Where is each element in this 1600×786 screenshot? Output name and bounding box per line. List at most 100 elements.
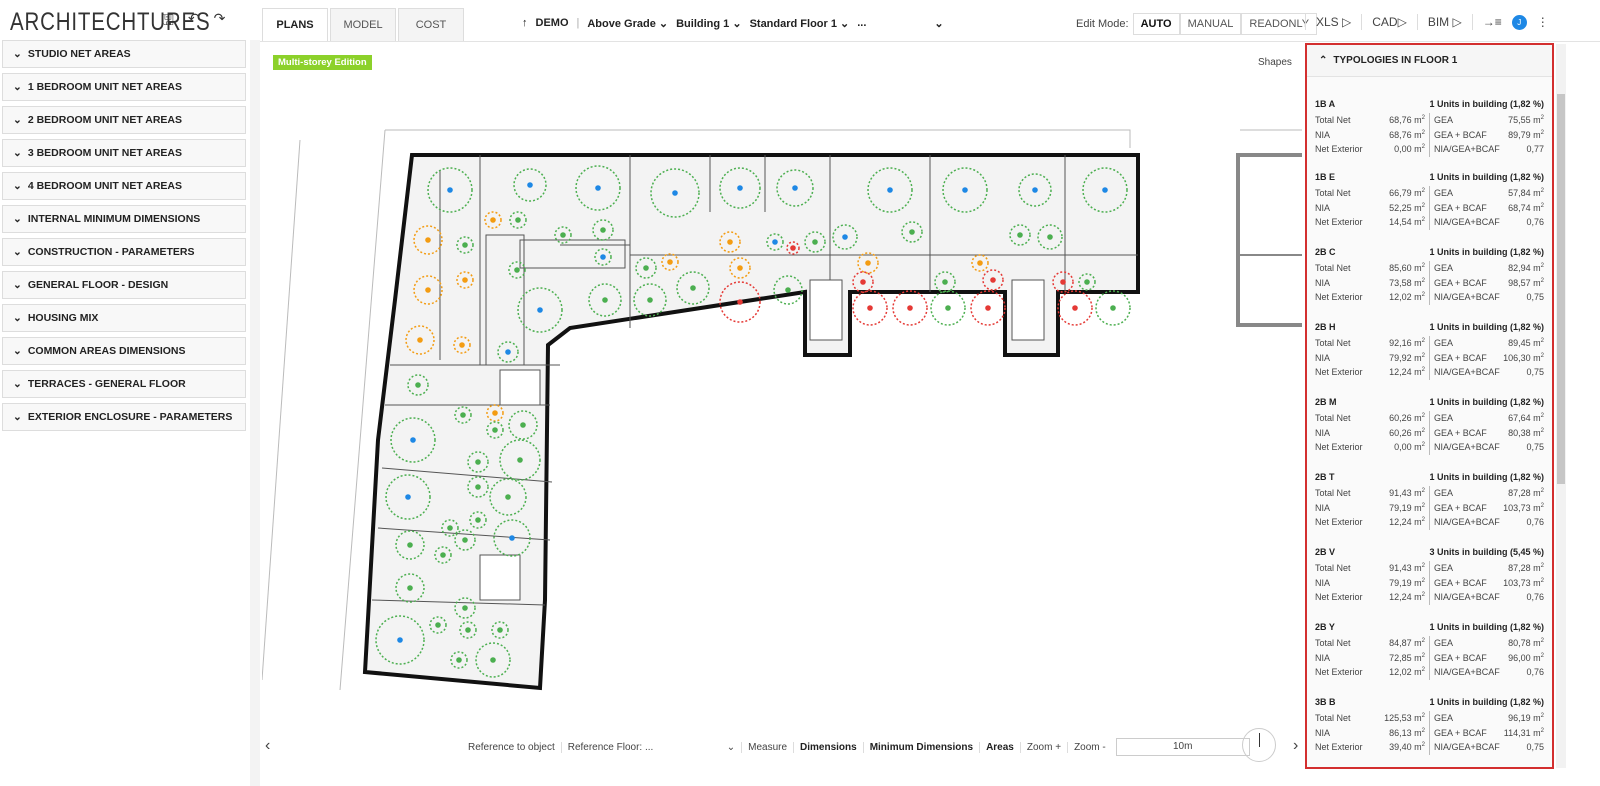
tab-plans[interactable]: PLANS: [262, 8, 328, 42]
accordion-item[interactable]: ⌄ COMMON AREAS DIMENSIONS: [2, 337, 246, 365]
value: 0,75: [1526, 742, 1544, 753]
typology-card[interactable]: 1B A 1 Units in building (1,82 %) Total Ne…: [1307, 77, 1552, 157]
edit-mode-auto[interactable]: AUTO: [1132, 13, 1180, 35]
accordion-item[interactable]: ⌄ INTERNAL MINIMUM DIMENSIONS: [2, 205, 246, 233]
room-dot: [772, 239, 778, 245]
value: 12,24 m2: [1389, 517, 1425, 528]
accordion-item[interactable]: ⌄ HOUSING MIX: [2, 304, 246, 332]
dimensions-button[interactable]: Dimensions: [793, 741, 863, 753]
value: 79,19 m2: [1389, 577, 1425, 588]
chevron-down-icon: ⌄: [13, 213, 22, 225]
room-dot: [1017, 232, 1023, 238]
value: 82,94 m2: [1508, 263, 1544, 274]
redo-icon[interactable]: ↷: [214, 10, 226, 34]
typology-card[interactable]: 2B Y 1 Units in building (1,82 %) Total Ne…: [1307, 602, 1552, 680]
typology-card[interactable]: 2B T 1 Units in building (1,82 %) Total Ne…: [1307, 452, 1552, 530]
panel-scrollbar[interactable]: [1556, 44, 1566, 768]
typology-card[interactable]: 2B H 1 Units in building (1,82 %) Total Ne…: [1307, 302, 1552, 380]
accordion-item[interactable]: ⌄ 2 BEDROOM UNIT NET AREAS: [2, 106, 246, 134]
typology-card[interactable]: 3B B 1 Units in building (1,82 %) Total Ne…: [1307, 677, 1552, 755]
tab-cost[interactable]: COST: [398, 8, 464, 42]
typology-row: NIA 79,92 m2 GEA + BCAF 106,30 m2: [1315, 350, 1544, 365]
value: 0,76: [1526, 517, 1544, 528]
chevron-up-icon: ⌃: [1319, 55, 1328, 66]
accordion-item[interactable]: ⌄ EXTERIOR ENCLOSURE - PARAMETERS: [2, 403, 246, 431]
zoom-out-button[interactable]: Zoom -: [1067, 741, 1112, 753]
room-dot: [407, 585, 413, 591]
floor-plan-canvas[interactable]: [262, 80, 1302, 730]
chevron-down-icon: ⌄: [13, 378, 22, 390]
label: NIA/GEA+BCAF: [1429, 142, 1500, 157]
typologies-panel-header[interactable]: ⌃ TYPOLOGIES IN FLOOR 1: [1307, 45, 1552, 77]
typology-row: NIA 86,13 m2 GEA + BCAF 114,31 m2: [1315, 725, 1544, 740]
floor-label: Standard Floor 1: [749, 18, 837, 30]
value: 89,45 m2: [1508, 338, 1544, 349]
accordion-label: TERRACES - GENERAL FLOOR: [27, 378, 186, 390]
accordion-label: 3 BEDROOM UNIT NET AREAS: [27, 147, 183, 159]
accordion-label: 4 BEDROOM UNIT NET AREAS: [27, 180, 183, 192]
breadcrumb-project[interactable]: DEMO: [536, 17, 569, 30]
grade-dropdown[interactable]: Above Grade ⌄: [587, 17, 668, 30]
room-dot: [425, 287, 431, 293]
accordion-label: STUDIO NET AREAS: [27, 48, 131, 60]
typology-card[interactable]: 2B M 1 Units in building (1,82 %) Total Ne…: [1307, 377, 1552, 455]
room-dot: [505, 494, 511, 500]
accordion-label: COMMON AREAS DIMENSIONS: [27, 345, 186, 357]
room-dot: [447, 187, 453, 193]
edit-mode-manual[interactable]: MANUAL: [1179, 13, 1242, 35]
undo-icon[interactable]: ↶: [188, 10, 200, 34]
more-dropdown[interactable]: ...: [857, 17, 866, 30]
value: 39,40 m2: [1389, 742, 1425, 753]
measure-button[interactable]: Measure: [741, 741, 793, 753]
chevron-down-icon: ⌄: [13, 411, 22, 423]
room-dot: [509, 535, 515, 541]
building-dropdown[interactable]: Building 1 ⌄: [676, 17, 741, 30]
typology-name: 2B T: [1315, 472, 1335, 482]
typology-units: 1 Units in building (1,82 %): [1429, 697, 1544, 707]
reference-floor-select[interactable]: Reference Floor: ...: [560, 741, 721, 753]
accordion-item[interactable]: ⌄ 3 BEDROOM UNIT NET AREAS: [2, 139, 246, 167]
save-icon[interactable]: 🖫: [162, 10, 174, 34]
avatar[interactable]: J: [1511, 14, 1527, 30]
toggle-panel-icon[interactable]: →≡: [1483, 15, 1502, 29]
accordion-item[interactable]: ⌄ STUDIO NET AREAS: [2, 40, 246, 68]
typology-card[interactable]: 1B E 1 Units in building (1,82 %) Total Ne…: [1307, 152, 1552, 230]
value: 80,38 m2: [1508, 427, 1544, 438]
export-bim-button[interactable]: BIM ▷: [1428, 15, 1462, 29]
zoom-in-button[interactable]: Zoom +: [1019, 741, 1067, 753]
floor-dropdown[interactable]: Standard Floor 1 ⌄: [750, 17, 850, 30]
value: 68,74 m2: [1508, 202, 1544, 213]
accordion-item[interactable]: ⌄ 1 BEDROOM UNIT NET AREAS: [2, 73, 246, 101]
export-cad-button[interactable]: CAD▷: [1372, 15, 1407, 29]
typology-row: Total Net 68,76 m2 GEA 75,55 m2: [1315, 113, 1544, 128]
north-compass-icon[interactable]: [1242, 728, 1276, 762]
reference-object-button[interactable]: Reference to object: [462, 742, 561, 753]
room-dot: [690, 285, 696, 291]
chevron-down-icon[interactable]: ⌄: [721, 742, 741, 753]
label: GEA: [1429, 561, 1489, 576]
room-dot: [560, 232, 566, 238]
areas-button[interactable]: Areas: [979, 741, 1020, 753]
up-arrow-icon[interactable]: ↑: [522, 17, 528, 30]
typology-card[interactable]: 2B C 1 Units in building (1,82 %) Total Ne…: [1307, 227, 1552, 305]
value: 12,24 m2: [1389, 367, 1425, 378]
accordion-item[interactable]: ⌄ 4 BEDROOM UNIT NET AREAS: [2, 172, 246, 200]
accordion-item[interactable]: ⌄ GENERAL FLOOR - DESIGN: [2, 271, 246, 299]
edit-mode-label: Edit Mode:: [1076, 18, 1129, 30]
typology-card[interactable]: 2B V 3 Units in building (5,45 %) Total Ne…: [1307, 527, 1552, 605]
value: 92,16 m2: [1389, 338, 1425, 349]
tab-model[interactable]: MODEL: [330, 8, 396, 42]
typology-name: 2B C: [1315, 247, 1336, 257]
minimum-dimensions-button[interactable]: Minimum Dimensions: [862, 741, 979, 753]
more-menu-icon[interactable]: ⋮: [1537, 15, 1549, 29]
export-xls-button[interactable]: XLS ▷: [1316, 15, 1351, 29]
room-dot: [425, 237, 431, 243]
chevron-down-icon[interactable]: ⌄: [934, 17, 943, 30]
accordion-item[interactable]: ⌄ TERRACES - GENERAL FLOOR: [2, 370, 246, 398]
accordion-item[interactable]: ⌄ CONSTRUCTION - PARAMETERS: [2, 238, 246, 266]
sidebar-scrollbar[interactable]: [250, 40, 260, 786]
chevron-down-icon: ⌄: [13, 81, 22, 93]
shapes-button[interactable]: Shapes: [1258, 57, 1292, 68]
room-dot: [602, 297, 608, 303]
room-dot: [460, 412, 466, 418]
